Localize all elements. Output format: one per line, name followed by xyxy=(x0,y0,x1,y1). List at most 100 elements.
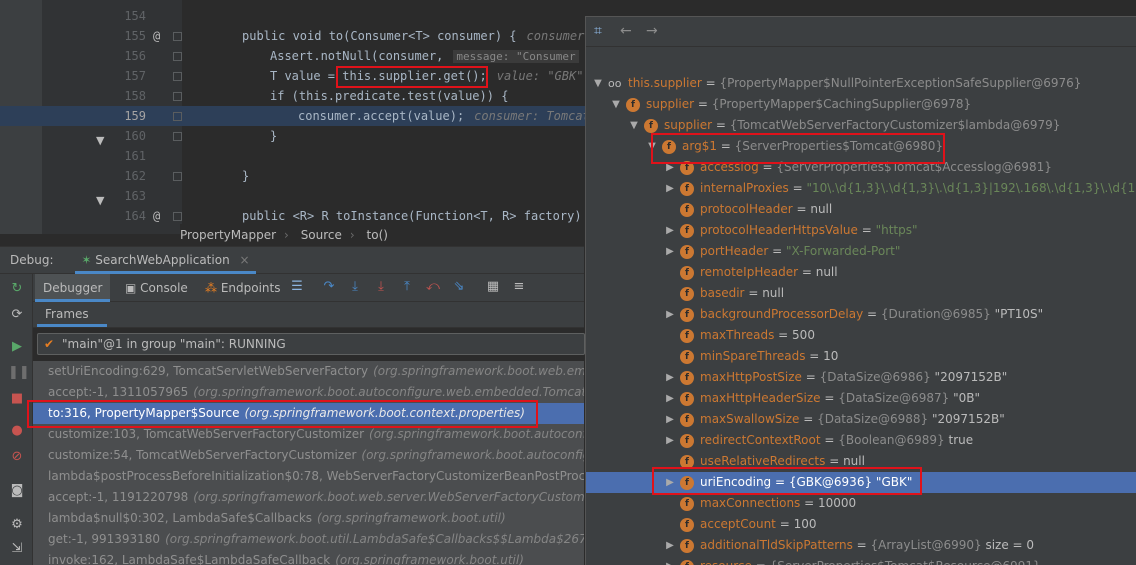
variable-row[interactable]: f maxThreads = 500 xyxy=(586,325,1136,346)
collapsed-arrow-icon[interactable]: ▶ xyxy=(664,220,676,241)
collapsed-arrow-icon[interactable]: ▶ xyxy=(664,241,676,262)
variable-value: null xyxy=(843,454,865,468)
resume-icon[interactable]: ▶ xyxy=(8,338,26,356)
fold-gutter-icon[interactable] xyxy=(173,52,182,61)
stack-frame[interactable]: get:-1, 991393180 (org.springframework.bo… xyxy=(33,529,584,550)
step-over-icon[interactable]: ↷ xyxy=(321,279,337,295)
variable-row[interactable]: f maxConnections = 10000 xyxy=(586,493,1136,514)
force-step-into-icon[interactable]: ⤓ xyxy=(373,279,389,295)
thread-selector[interactable]: ✔ "main"@1 in group "main": RUNNING xyxy=(37,333,585,355)
view-breakpoints-icon[interactable]: ● xyxy=(8,422,26,440)
collapsed-arrow-icon[interactable]: ▶ xyxy=(664,388,676,409)
pin-icon[interactable]: ⇲ xyxy=(8,540,26,558)
expanded-arrow-icon[interactable]: ▼ xyxy=(610,94,622,115)
fold-gutter-icon[interactable] xyxy=(173,132,182,141)
mute-breakpoints-icon[interactable]: ⊘ xyxy=(8,448,26,466)
stack-frame[interactable]: lambda$postProcessBeforeInitialization$0… xyxy=(33,466,584,487)
breadcrumb-inner-class[interactable]: Source xyxy=(301,228,342,242)
collapsed-arrow-icon[interactable]: ▶ xyxy=(664,535,676,556)
show-execution-point-icon[interactable]: ☰ xyxy=(289,279,305,295)
line-number[interactable]: 157 xyxy=(112,66,146,86)
fold-gutter-icon[interactable] xyxy=(173,92,182,101)
override-marker-icon[interactable]: @ xyxy=(153,26,160,46)
variable-row[interactable]: ▼ oo this.supplier = {PropertyMapper$NullP… xyxy=(586,73,1136,94)
code-statement: public <R> R toInstance(Function<T, R> f… xyxy=(242,209,597,223)
rerun-icon[interactable]: ↻ xyxy=(8,280,26,298)
variable-row[interactable]: f remoteIpHeader = null xyxy=(586,262,1136,283)
tab-debug-session[interactable]: ✶ SearchWebApplication × xyxy=(75,247,256,274)
stack-frame[interactable]: lambda$null$0:302, LambdaSafe$Callbacks (… xyxy=(33,508,584,529)
line-number[interactable]: 159 xyxy=(112,106,146,126)
collapsed-arrow-icon[interactable]: ▶ xyxy=(664,178,676,199)
collapsed-arrow-icon[interactable]: ▶ xyxy=(664,367,676,388)
pause-icon[interactable]: ❚❚ xyxy=(8,364,30,382)
line-number[interactable]: 164 xyxy=(112,206,146,226)
fold-gutter-icon[interactable] xyxy=(173,32,182,41)
step-out-icon[interactable]: ⤒ xyxy=(399,279,415,295)
variable-row[interactable]: f protocolHeader = null xyxy=(586,199,1136,220)
stack-frame[interactable]: customize:54, TomcatWebServerFactoryCust… xyxy=(33,445,584,466)
line-number[interactable]: 162 xyxy=(112,166,146,186)
stop-icon[interactable]: ■ xyxy=(8,390,26,408)
override-marker-icon[interactable]: @ xyxy=(153,206,160,226)
watch-icon[interactable]: ⌗ xyxy=(594,23,602,39)
line-number[interactable]: 158 xyxy=(112,86,146,106)
variable-row[interactable]: f minSpareThreads = 10 xyxy=(586,346,1136,367)
fold-gutter-icon[interactable] xyxy=(173,172,182,181)
layout-icon[interactable]: ≡ xyxy=(511,279,527,295)
step-into-icon[interactable]: ⤓ xyxy=(347,279,363,295)
variable-row[interactable]: f acceptCount = 100 xyxy=(586,514,1136,535)
tab-debugger[interactable]: Debugger xyxy=(35,274,111,302)
line-number[interactable]: 156 xyxy=(112,46,146,66)
thread-label: "main"@1 in group "main": RUNNING xyxy=(62,337,286,351)
line-number[interactable]: 163 xyxy=(112,186,146,206)
stack-frame[interactable]: setUriEncoding:629, TomcatServletWebServ… xyxy=(33,361,584,382)
line-number[interactable]: 160 xyxy=(112,126,146,146)
variable-row[interactable]: ▶ f portHeader = "X-Forwarded-Port" xyxy=(586,241,1136,262)
collapsed-arrow-icon[interactable]: ▶ xyxy=(664,556,676,565)
run-to-cursor-icon[interactable]: ⇘ xyxy=(451,279,467,295)
equals-sign: = xyxy=(774,328,793,342)
variable-row[interactable]: ▶ f maxHttpPostSize = {DataSize@6986} "209… xyxy=(586,367,1136,388)
expanded-arrow-icon[interactable]: ▼ xyxy=(628,115,640,136)
back-arrow-icon[interactable]: ← xyxy=(620,23,632,39)
settings-icon[interactable]: ⚙ xyxy=(8,516,26,534)
line-number[interactable]: 154 xyxy=(112,6,146,26)
fold-gutter-icon[interactable] xyxy=(173,212,182,221)
fold-gutter-icon[interactable] xyxy=(173,72,182,81)
collapsed-arrow-icon[interactable]: ▶ xyxy=(664,409,676,430)
evaluate-expression-icon[interactable]: ▦ xyxy=(485,279,501,295)
variable-row[interactable]: f basedir = null xyxy=(586,283,1136,304)
collapsed-arrow-icon[interactable]: ▶ xyxy=(664,430,676,451)
variable-row[interactable]: ▶ f backgroundProcessorDelay = {Duration@6… xyxy=(586,304,1136,325)
variable-row[interactable]: ▶ f redirectContextRoot = {Boolean@6989} t… xyxy=(586,430,1136,451)
stack-frame[interactable]: accept:-1, 1191220798 (org.springframewor… xyxy=(33,487,584,508)
line-number[interactable]: 161 xyxy=(112,146,146,166)
fold-marker-icon[interactable]: ▼ xyxy=(96,134,104,147)
drop-frame-icon[interactable]: ⤺ xyxy=(425,279,441,295)
camera-icon[interactable]: ◙ xyxy=(8,482,26,500)
variable-row[interactable]: ▶ f resource = {ServerProperties$Tomcat$Re… xyxy=(586,556,1136,565)
close-icon[interactable]: × xyxy=(240,253,250,267)
expanded-arrow-icon[interactable]: ▼ xyxy=(592,73,604,94)
fold-marker-icon[interactable]: ▼ xyxy=(96,194,104,207)
stack-frame[interactable]: invoke:162, LambdaSafe$LambdaSafeCallbac… xyxy=(33,550,584,565)
variable-row[interactable]: ▶ f internalProxies = "10\.\d{1,3}\.\d{1,3… xyxy=(586,178,1136,199)
variable-row[interactable]: ▶ f additionalTldSkipPatterns = {ArrayList… xyxy=(586,535,1136,556)
frames-label[interactable]: Frames xyxy=(45,302,89,326)
variable-row[interactable]: ▼ f supplier = {PropertyMapper$CachingSupp… xyxy=(586,94,1136,115)
variable-row[interactable]: ▶ f maxSwallowSize = {DataSize@6988} "2097… xyxy=(586,409,1136,430)
forward-arrow-icon[interactable]: → xyxy=(646,23,658,39)
frames-list: setUriEncoding:629, TomcatServletWebServ… xyxy=(33,361,584,565)
variable-row[interactable]: ▶ f protocolHeaderHttpsValue = "https" xyxy=(586,220,1136,241)
refresh-icon[interactable]: ⟳ xyxy=(8,306,26,324)
breadcrumb-method[interactable]: to() xyxy=(367,228,388,242)
collapsed-arrow-icon[interactable]: ▶ xyxy=(664,304,676,325)
fold-gutter-icon[interactable] xyxy=(173,112,182,121)
tab-endpoints[interactable]: ⁂ Endpoints xyxy=(197,274,289,302)
breadcrumb-class[interactable]: PropertyMapper xyxy=(180,228,276,242)
variable-row[interactable]: ▶ f maxHttpHeaderSize = {DataSize@6987} "0… xyxy=(586,388,1136,409)
line-number[interactable]: 155 xyxy=(112,26,146,46)
tab-console[interactable]: ▣ Console xyxy=(117,274,196,302)
variable-name: supplier xyxy=(664,118,713,132)
